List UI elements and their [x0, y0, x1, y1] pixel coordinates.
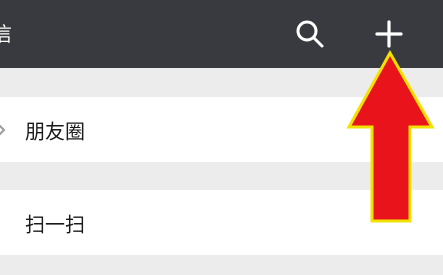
moments-icon: [0, 124, 6, 135]
search-button[interactable]: [294, 18, 326, 50]
wechat-discover-screen: 信 朋友圈 扫一扫: [0, 0, 443, 275]
page-title: 信: [0, 22, 12, 46]
plus-button[interactable]: [373, 18, 405, 50]
section-separator: [0, 255, 443, 275]
plus-icon: [375, 20, 403, 48]
menu-item-label: 扫一扫: [25, 212, 85, 236]
search-icon: [296, 20, 324, 48]
menu-item-label: 朋友圈: [25, 119, 85, 143]
red-arrow-annotation: [346, 50, 435, 223]
